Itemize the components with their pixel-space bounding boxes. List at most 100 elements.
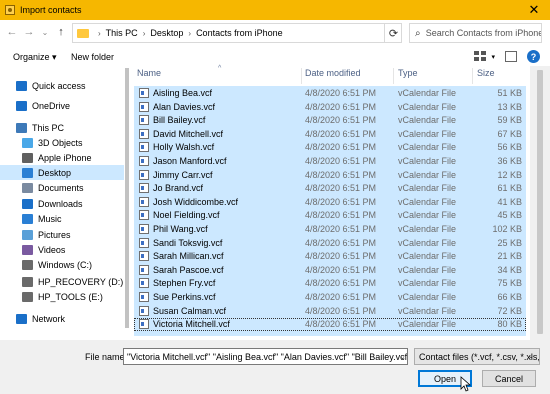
- forward-arrow-icon[interactable]: →: [22, 25, 36, 39]
- file-name-input[interactable]: "Victoria Mitchell.vcf" "Aisling Bea.vcf…: [123, 348, 408, 365]
- file-date: 4/8/2020 6:51 PM: [305, 196, 377, 207]
- file-type: vCalendar File: [398, 305, 457, 316]
- file-name: Aisling Bea.vcf: [153, 88, 213, 98]
- recent-locations-icon[interactable]: ⌄: [38, 25, 52, 39]
- document-icon: [22, 182, 33, 193]
- nav-item-label: HP_TOOLS (E:): [38, 291, 103, 302]
- table-row[interactable]: Holly Walsh.vcf 4/8/2020 6:51 PM vCalendar…: [134, 141, 526, 154]
- file-type: vCalendar File: [398, 115, 457, 126]
- breadcrumb-this-pc[interactable]: This PC: [106, 28, 138, 38]
- table-row[interactable]: Phil Wang.vcf 4/8/2020 6:51 PM vCalendar F…: [134, 223, 526, 236]
- nav-item-label: Documents: [38, 182, 84, 193]
- nav-item-documents[interactable]: Documents: [0, 180, 125, 195]
- vcf-file-icon: [139, 142, 149, 153]
- file-date: 4/8/2020 6:51 PM: [305, 101, 377, 112]
- file-type: vCalendar File: [398, 292, 457, 302]
- file-type: vCalendar File: [398, 183, 457, 194]
- table-row[interactable]: Susan Calman.vcf 4/8/2020 6:51 PM vCalenda…: [134, 305, 526, 318]
- file-type: vCalendar File: [398, 101, 457, 112]
- nav-item-videos[interactable]: Videos: [0, 242, 125, 257]
- file-size: 34 KB: [497, 264, 522, 275]
- table-row[interactable]: Aisling Bea.vcf 4/8/2020 6:51 PM vCalendar…: [134, 87, 526, 100]
- file-name: Victoria Mitchell.vcf: [153, 319, 230, 330]
- file-type-select[interactable]: Contact files (*.vcf, *.csv, *.xls, *.: [414, 348, 540, 365]
- breadcrumb-contacts-from-iphone[interactable]: Contacts from iPhone: [196, 28, 283, 38]
- new-folder-button[interactable]: New folder: [71, 52, 114, 62]
- vcf-file-icon: [139, 115, 149, 126]
- table-row[interactable]: Sue Perkins.vcf 4/8/2020 6:51 PM vCalendar…: [134, 291, 526, 304]
- file-size: 75 KB: [497, 278, 522, 289]
- chevron-right-icon[interactable]: ›: [188, 29, 191, 38]
- close-button[interactable]: ✕: [518, 0, 550, 20]
- nav-item-hp-tools-e[interactable]: HP_TOOLS (E:): [0, 289, 125, 304]
- table-row[interactable]: Jo Brand.vcf 4/8/2020 6:51 PM vCalendar Fi…: [134, 182, 526, 195]
- table-row[interactable]: Victoria Mitchell.vcf 4/8/2020 6:51 PM vCa…: [134, 318, 526, 332]
- table-row[interactable]: Sandi Toksvig.vcf 4/8/2020 6:51 PM vCalend…: [134, 237, 526, 250]
- nav-item-onedrive[interactable]: OneDrive: [0, 98, 125, 113]
- file-date: 4/8/2020 6:51 PM: [305, 115, 377, 126]
- file-type: vCalendar File: [398, 251, 457, 262]
- breadcrumb-desktop[interactable]: Desktop: [150, 28, 183, 38]
- nav-item-desktop[interactable]: Desktop: [0, 165, 125, 180]
- file-size: 45 KB: [497, 210, 522, 221]
- nav-item-music[interactable]: Music: [0, 211, 125, 226]
- table-row[interactable]: Sarah Millican.vcf 4/8/2020 6:51 PM vCalen…: [134, 250, 526, 263]
- nav-item-downloads[interactable]: Downloads: [0, 196, 125, 211]
- table-row[interactable]: Bill Bailey.vcf 4/8/2020 6:51 PM vCalendar…: [134, 114, 526, 127]
- column-header-type[interactable]: Type: [398, 68, 418, 82]
- back-arrow-icon[interactable]: ←: [5, 25, 19, 39]
- nav-item-this-pc[interactable]: This PC: [0, 120, 125, 135]
- address-bar[interactable]: › This PC › Desktop › Contacts from iPho…: [72, 23, 402, 43]
- search-input[interactable]: ⌕ Search Contacts from iPhone: [409, 23, 542, 43]
- dialog-footer: File name: "Victoria Mitchell.vcf" "Aisl…: [0, 340, 550, 394]
- nav-scrollbar[interactable]: [124, 66, 130, 340]
- nav-item-pictures[interactable]: Pictures: [0, 227, 125, 242]
- file-type: vCalendar File: [398, 237, 457, 248]
- cancel-button[interactable]: Cancel: [482, 370, 536, 387]
- column-header-date[interactable]: Date modified: [305, 68, 361, 82]
- table-row[interactable]: David Mitchell.vcf 4/8/2020 6:51 PM vCalen…: [134, 128, 526, 141]
- nav-item-network[interactable]: Network: [0, 311, 125, 326]
- file-size: 80 KB: [497, 319, 522, 330]
- table-row[interactable]: Josh Widdicombe.vcf 4/8/2020 6:51 PM vCale…: [134, 196, 526, 209]
- chevron-down-icon[interactable]: ⌄: [398, 349, 407, 364]
- file-type: vCalendar File: [398, 224, 457, 234]
- preview-pane-icon[interactable]: [505, 51, 517, 62]
- nav-item-3d-objects[interactable]: 3D Objects: [0, 135, 125, 150]
- nav-item-apple-iphone[interactable]: Apple iPhone: [0, 150, 125, 165]
- up-arrow-icon[interactable]: ↑: [54, 25, 68, 39]
- table-row[interactable]: Jimmy Carr.vcf 4/8/2020 6:51 PM vCalendar …: [134, 169, 526, 182]
- folder-icon: [77, 28, 89, 38]
- column-header-name[interactable]: ^ Name: [137, 65, 221, 82]
- file-type: vCalendar File: [398, 264, 457, 275]
- nav-item-label: 3D Objects: [38, 137, 83, 148]
- file-type: vCalendar File: [398, 210, 457, 221]
- file-size: 59 KB: [497, 115, 522, 126]
- chevron-right-icon[interactable]: ›: [143, 29, 146, 38]
- nav-item-quick-access[interactable]: Quick access: [0, 78, 125, 93]
- view-dropdown-icon[interactable]: ▾: [491, 53, 495, 61]
- table-row[interactable]: Stephen Fry.vcf 4/8/2020 6:51 PM vCalendar…: [134, 277, 526, 290]
- nav-item-hp-recovery-d[interactable]: HP_RECOVERY (D:): [0, 274, 125, 289]
- nav-item-windows-c[interactable]: Windows (C:): [0, 257, 125, 272]
- cloud-icon: [16, 100, 27, 111]
- table-row[interactable]: Noel Fielding.vcf 4/8/2020 6:51 PM vCalend…: [134, 209, 526, 222]
- table-row[interactable]: Sarah Pascoe.vcf 4/8/2020 6:51 PM vCalenda…: [134, 264, 526, 277]
- table-row[interactable]: Jason Manford.vcf 4/8/2020 6:51 PM vCalend…: [134, 155, 526, 168]
- video-icon: [22, 244, 33, 255]
- file-size: 56 KB: [497, 142, 522, 153]
- table-row[interactable]: Alan Davies.vcf 4/8/2020 6:51 PM vCalendar…: [134, 101, 526, 114]
- column-header-size[interactable]: Size: [477, 68, 495, 82]
- search-icon: ⌕: [415, 27, 421, 39]
- file-size: 67 KB: [497, 128, 522, 139]
- organize-menu-button[interactable]: Organize ▾: [13, 52, 57, 63]
- change-view-icon[interactable]: [474, 51, 487, 62]
- help-icon[interactable]: ?: [527, 50, 540, 63]
- file-type: vCalendar File: [398, 142, 457, 153]
- file-date: 4/8/2020 6:51 PM: [305, 224, 377, 234]
- file-name: Sue Perkins.vcf: [153, 292, 216, 302]
- file-date: 4/8/2020 6:51 PM: [305, 128, 377, 139]
- file-size: 72 KB: [497, 305, 522, 316]
- refresh-icon[interactable]: ⟳: [384, 23, 402, 43]
- file-list-scrollbar[interactable]: [530, 66, 550, 340]
